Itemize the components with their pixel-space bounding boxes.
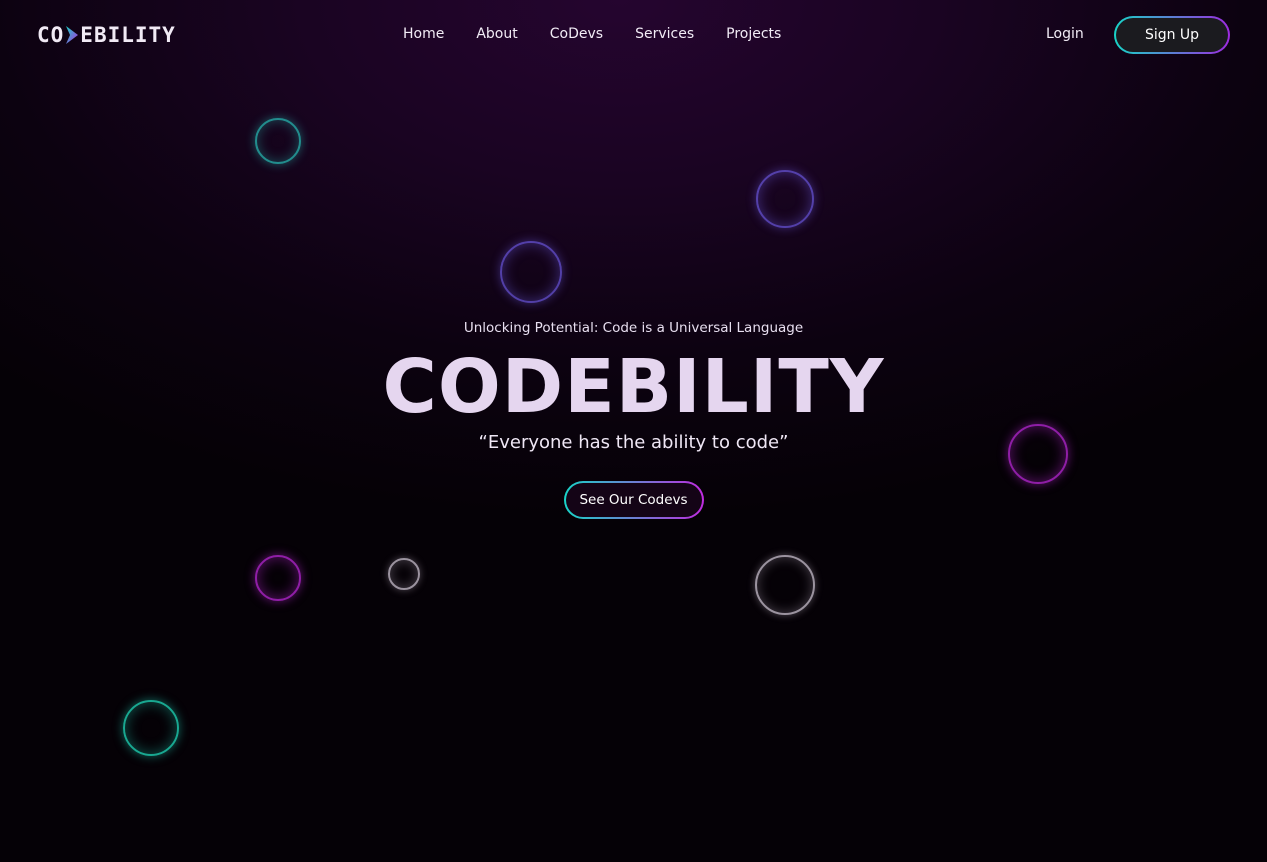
- logo-text-right: EBILITY: [80, 23, 176, 47]
- login-link[interactable]: Login: [1046, 26, 1084, 42]
- top-nav: CO EBILITY Home About CoDevs Services Pr…: [0, 0, 1267, 70]
- hero-section: Unlocking Potential: Code is a Universal…: [0, 320, 1267, 519]
- nav-about[interactable]: About: [476, 24, 517, 44]
- bubble-decoration: [123, 700, 179, 756]
- see-codevs-button[interactable]: See Our Codevs: [564, 481, 704, 519]
- nav-home[interactable]: Home: [403, 24, 444, 44]
- bubble-decoration: [755, 555, 815, 615]
- nav-codevs[interactable]: CoDevs: [550, 24, 603, 44]
- nav-projects[interactable]: Projects: [726, 24, 781, 44]
- hero-quote: “Everyone has the ability to code”: [478, 432, 789, 453]
- brand-logo[interactable]: CO EBILITY: [37, 22, 176, 48]
- bubble-decoration: [255, 118, 301, 164]
- bubble-decoration: [500, 241, 562, 303]
- nav-services[interactable]: Services: [635, 24, 694, 44]
- bubble-decoration: [388, 558, 420, 590]
- logo-text-left: CO: [37, 23, 65, 47]
- nav-links: Home About CoDevs Services Projects: [403, 24, 813, 44]
- bubble-decoration: [756, 170, 814, 228]
- hero-tagline: Unlocking Potential: Code is a Universal…: [463, 320, 804, 336]
- bubble-decoration: [255, 555, 301, 601]
- chevron-right-icon: [66, 26, 79, 44]
- signup-button[interactable]: Sign Up: [1114, 16, 1230, 54]
- hero-title: CODEBILITY: [382, 344, 885, 430]
